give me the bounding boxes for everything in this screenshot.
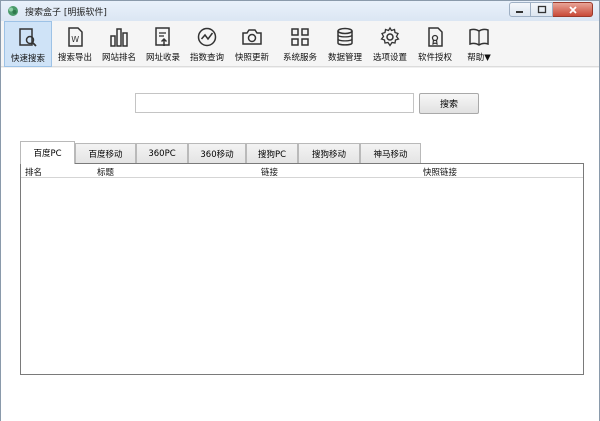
window-controls — [509, 2, 593, 17]
toolbar-label: 系统服务 — [282, 53, 317, 63]
main-content: 搜索 百度PC 百度移动 360PC 360移动 搜狗PC 搜狗移动 神马移动 … — [1, 68, 599, 421]
toolbar-label: 网址收录 — [145, 53, 180, 63]
ranking-bars-icon — [110, 28, 128, 47]
toolbar-index-query-button[interactable]: 指数查询 — [185, 21, 229, 67]
toolbar-snapshot-button[interactable]: 快照更新 — [230, 21, 274, 67]
help-book-icon — [469, 28, 489, 46]
toolbar-quick-search-button[interactable]: 快速搜索 — [4, 21, 52, 67]
database-icon — [337, 27, 353, 46]
window-title: 搜索盒子 [明振软件] — [25, 8, 107, 18]
tab-baidu-mobile[interactable]: 百度移动 — [75, 143, 136, 163]
camera-icon — [242, 29, 262, 45]
toolbar-export-button[interactable]: W 搜索导出 — [53, 21, 97, 67]
toolbar-label: 软件授权 — [417, 53, 452, 63]
app-window: 搜索盒子 [明振软件] 快速搜索 W 搜索导出 网站排名 网址收录 指数查询 快… — [0, 0, 600, 421]
search-input[interactable] — [135, 93, 414, 113]
toolbar-label: 搜索导出 — [57, 53, 92, 63]
toolbar-settings-button[interactable]: 选项设置 — [368, 21, 412, 67]
close-icon — [568, 5, 577, 14]
toolbar-system-service-button[interactable]: 系统服务 — [278, 21, 322, 67]
column-header-title[interactable]: 标题 — [97, 166, 114, 178]
toolbar-label: 选项设置 — [372, 53, 407, 63]
url-index-icon — [155, 27, 170, 46]
toolbar-license-button[interactable]: 软件授权 — [413, 21, 457, 67]
toolbar-url-index-button[interactable]: 网址收录 — [141, 21, 185, 67]
column-header-snapshot-link[interactable]: 快照链接 — [423, 166, 457, 178]
table-header: 排名 标题 链接 快照链接 — [21, 165, 583, 178]
toolbar-label: 网站排名 — [101, 53, 136, 63]
close-button[interactable] — [553, 2, 593, 17]
toolbar-label: 数据管理 — [327, 53, 362, 63]
tab-sogou-pc[interactable]: 搜狗PC — [246, 143, 298, 163]
toolbar-ranking-button[interactable]: 网站排名 — [97, 21, 141, 67]
license-icon — [428, 27, 443, 47]
maximize-button[interactable] — [531, 2, 553, 17]
toolbar-label: 快照更新 — [234, 53, 269, 63]
toolbar-label: 帮助▼ — [467, 53, 491, 63]
tab-360-pc[interactable]: 360PC — [136, 143, 188, 163]
app-logo-icon — [8, 6, 18, 16]
tab-360-mobile[interactable]: 360移动 — [188, 143, 246, 163]
index-trend-icon — [197, 27, 217, 47]
tab-sogou-mobile[interactable]: 搜狗移动 — [298, 143, 360, 163]
quick-search-icon — [19, 28, 37, 47]
grid-icon — [291, 28, 309, 46]
minimize-button[interactable] — [509, 2, 531, 17]
tab-baidu-pc[interactable]: 百度PC — [20, 141, 75, 164]
maximize-icon — [537, 5, 546, 14]
toolbar-help-button[interactable]: 帮助▼ — [459, 21, 499, 67]
gear-icon — [380, 26, 400, 47]
main-toolbar: 快速搜索 W 搜索导出 网站排名 网址收录 指数查询 快照更新 系统服务 数据管… — [1, 21, 599, 67]
svg-text:W: W — [71, 35, 79, 44]
results-table[interactable]: 排名 标题 链接 快照链接 — [20, 163, 584, 375]
column-header-link[interactable]: 链接 — [261, 166, 278, 178]
toolbar-data-manage-button[interactable]: 数据管理 — [323, 21, 367, 67]
title-bar[interactable]: 搜索盒子 [明振软件] — [1, 1, 599, 21]
tab-shenma-mobile[interactable]: 神马移动 — [360, 143, 421, 163]
export-word-icon: W — [68, 27, 83, 47]
minimize-icon — [516, 10, 523, 13]
search-button[interactable]: 搜索 — [419, 93, 479, 114]
column-header-rank[interactable]: 排名 — [25, 166, 42, 178]
toolbar-label: 指数查询 — [189, 53, 224, 63]
toolbar-label: 快速搜索 — [10, 54, 45, 64]
